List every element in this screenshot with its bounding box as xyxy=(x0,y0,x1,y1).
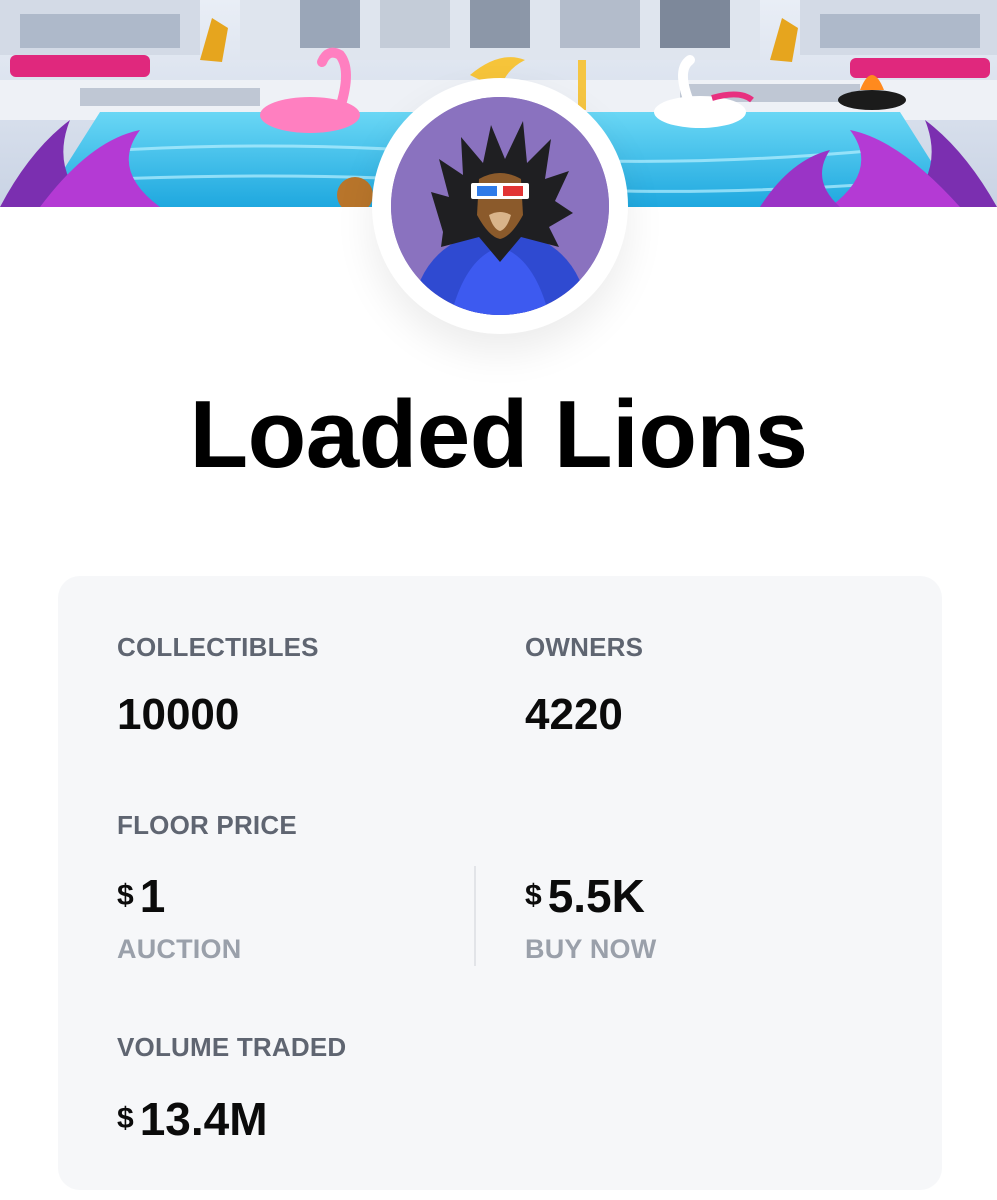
lion-avatar-image xyxy=(391,97,609,315)
volume-traded-label: VOLUME TRADED xyxy=(117,1032,347,1062)
volume-traded-price: $ 13.4M xyxy=(117,1096,268,1142)
collectibles-value: 10000 xyxy=(117,690,240,739)
auction-currency: $ xyxy=(117,879,134,912)
floor-price-divider xyxy=(474,866,476,966)
owners-label: OWNERS xyxy=(525,632,644,662)
auction-amount: 1 xyxy=(139,870,166,922)
collectibles-label: COLLECTIBLES xyxy=(117,632,319,662)
buy-now-label: BUY NOW xyxy=(525,934,657,964)
floor-price-label: FLOOR PRICE xyxy=(117,810,297,840)
auction-label: AUCTION xyxy=(117,934,242,964)
volume-traded-currency: $ xyxy=(117,1102,134,1135)
volume-traded-amount: 13.4M xyxy=(139,1093,268,1145)
auction-price: $ 1 xyxy=(117,873,165,919)
buy-now-price: $ 5.5K xyxy=(525,873,645,919)
buy-now-currency: $ xyxy=(525,879,542,912)
buy-now-amount: 5.5K xyxy=(547,870,645,922)
collection-avatar xyxy=(372,78,628,334)
collection-stats-card: COLLECTIBLES 10000 OWNERS 4220 FLOOR PRI… xyxy=(58,576,942,1190)
collection-title: Loaded Lions xyxy=(189,381,809,488)
owners-value: 4220 xyxy=(525,690,623,739)
